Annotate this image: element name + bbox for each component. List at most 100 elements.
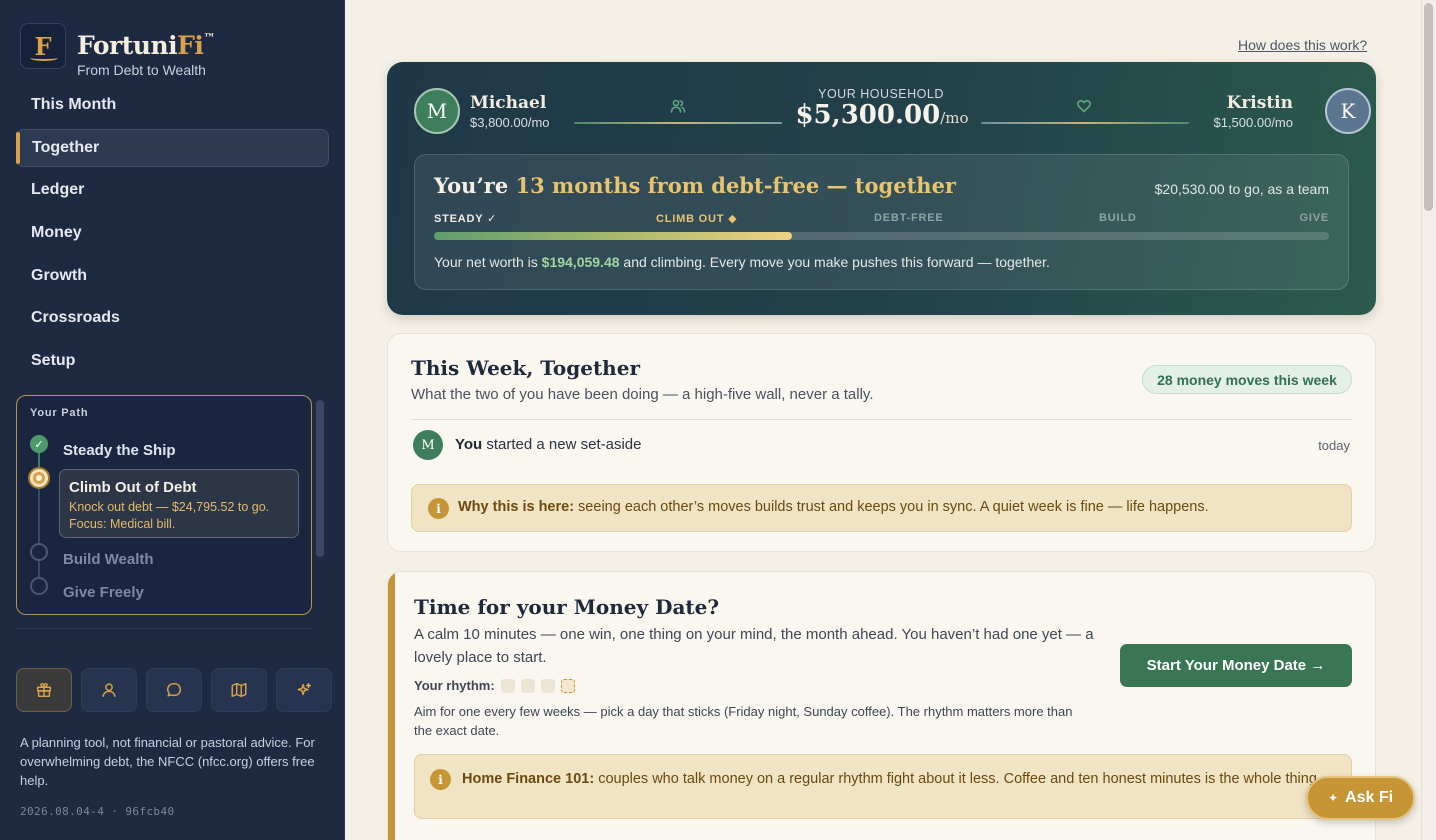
stage-debt-free: DEBT-FREE bbox=[874, 212, 944, 224]
main-nav: This Month Together Ledger Money Growth … bbox=[16, 86, 329, 385]
path-step-give[interactable]: Give Freely bbox=[63, 584, 144, 601]
sidebar: F FortuniFi™ From Debt to Wealth This Mo… bbox=[0, 0, 345, 840]
sidebar-divider bbox=[16, 628, 312, 629]
money-date-subtitle: A calm 10 minutes — one win, one thing o… bbox=[414, 626, 1094, 666]
map-button[interactable] bbox=[211, 668, 267, 712]
this-week-card: This Week, Together What the two of you … bbox=[387, 333, 1376, 552]
current-step-title: Climb Out of Debt bbox=[69, 479, 197, 496]
sparkle-icon bbox=[297, 682, 312, 696]
how-does-this-work-link[interactable]: How does this work? bbox=[1238, 37, 1367, 53]
rhythm-slot-next bbox=[560, 678, 575, 693]
note-body: couples who talk money on a regular rhyt… bbox=[594, 771, 1321, 787]
sidebar-scrollbar[interactable] bbox=[316, 400, 324, 557]
sparkle-button[interactable] bbox=[276, 668, 332, 712]
money-date-accent-bar bbox=[388, 572, 395, 840]
note-text: Why this is here: seeing each other’s mo… bbox=[458, 499, 1209, 515]
rhythm-label: Your rhythm: bbox=[414, 678, 495, 693]
sidebar-toolbar bbox=[16, 668, 332, 712]
logo-swoosh bbox=[30, 55, 58, 61]
path-step-steady[interactable]: Steady the Ship bbox=[63, 442, 176, 459]
gift-icon bbox=[36, 682, 52, 698]
nav-item-this-month[interactable]: This Month bbox=[16, 86, 329, 124]
ask-fi-button[interactable]: ✦ Ask Fi bbox=[1306, 776, 1415, 820]
path-step-current[interactable]: Climb Out of Debt Knock out debt — $24,7… bbox=[59, 469, 299, 538]
heart-icon bbox=[1076, 98, 1092, 114]
headline-highlight: 13 months from debt-free — together bbox=[515, 173, 957, 198]
disclaimer: A planning tool, not financial or pastor… bbox=[20, 735, 315, 788]
nav-item-setup[interactable]: Setup bbox=[16, 342, 329, 380]
household-amount: $5,300.00/mo bbox=[767, 100, 997, 130]
rhythm-help: Aim for one every few weeks — pick a day… bbox=[414, 704, 1073, 738]
debt-free-headline: You’re 13 months from debt-free — togeth… bbox=[434, 173, 956, 198]
map-icon bbox=[231, 682, 247, 698]
week-divider bbox=[411, 419, 1352, 420]
rhythm-slot bbox=[500, 678, 515, 693]
step-current-dot-icon bbox=[30, 469, 48, 487]
brand-name-a: Fortuni bbox=[77, 31, 178, 60]
nav-item-crossroads[interactable]: Crossroads bbox=[16, 299, 329, 337]
nav-item-growth[interactable]: Growth bbox=[16, 257, 329, 295]
path-title: Your Path bbox=[30, 407, 89, 419]
household-amount-per: /mo bbox=[940, 109, 969, 127]
note-body: seeing each other’s moves builds trust a… bbox=[574, 499, 1209, 515]
stage-climb-out: CLIMB OUT ◆ bbox=[656, 213, 738, 225]
amount-to-go: $20,530.00 to go, as a team bbox=[1154, 181, 1329, 197]
brand-tagline: From Debt to Wealth bbox=[77, 62, 206, 78]
rhythm-tracker: Your rhythm: bbox=[414, 678, 575, 693]
current-step-desc-line2: Focus: Medical bill. bbox=[69, 517, 176, 531]
rhythm-slot bbox=[540, 678, 555, 693]
info-icon: i bbox=[430, 769, 451, 790]
step-todo-dot-icon bbox=[30, 543, 48, 561]
step-done-check-icon: ✓ bbox=[30, 435, 48, 453]
networth-value: $194,059.48 bbox=[541, 254, 620, 270]
net-worth-line: Your net worth is $194,059.48 and climbi… bbox=[434, 254, 1050, 270]
household-amount-value: $5,300.00 bbox=[795, 100, 941, 130]
why-this-is-here-note: i Why this is here: seeing each other’s … bbox=[411, 484, 1352, 532]
networth-suffix: and climbing. Every move you make pushes… bbox=[619, 254, 1050, 270]
stage-give: GIVE bbox=[1299, 212, 1329, 224]
money-date-title: Time for your Money Date? bbox=[414, 595, 720, 619]
path-step-build[interactable]: Build Wealth bbox=[63, 551, 154, 568]
brand[interactable]: F FortuniFi™ From Debt to Wealth bbox=[20, 23, 215, 78]
week-title: This Week, Together bbox=[411, 356, 640, 380]
household-hero: M Michael $3,800.00/mo YOUR HOUSEHOLD $5… bbox=[387, 62, 1376, 315]
activity-text: You started a new set-aside bbox=[455, 436, 641, 453]
rhythm-slot bbox=[520, 678, 535, 693]
brand-name: FortuniFi™ bbox=[77, 24, 215, 60]
avatar-michael: M bbox=[414, 88, 460, 134]
home-finance-101-note: i Home Finance 101: couples who talk mon… bbox=[414, 754, 1352, 819]
activity-avatar: M bbox=[413, 430, 443, 460]
chat-icon bbox=[166, 682, 182, 697]
brand-logo: F bbox=[20, 23, 66, 69]
nav-item-together[interactable]: Together bbox=[16, 128, 329, 167]
progress-fill bbox=[434, 232, 792, 240]
debt-free-progress-panel: You’re 13 months from debt-free — togeth… bbox=[414, 154, 1349, 290]
partner2-name: Kristin bbox=[1226, 93, 1293, 113]
partner1-income: $3,800.00/mo bbox=[470, 115, 550, 130]
activity-time: today bbox=[1318, 438, 1350, 453]
gift-button[interactable] bbox=[16, 668, 72, 712]
headline-prefix: You’re bbox=[434, 173, 516, 198]
current-step-desc: Knock out debt — $24,795.52 to go. Focus… bbox=[69, 499, 289, 533]
sparkle-icon: ✦ bbox=[1327, 791, 1339, 805]
profile-button[interactable] bbox=[81, 668, 137, 712]
note-text: Home Finance 101: couples who talk money… bbox=[462, 769, 1322, 790]
stage-build: BUILD bbox=[1099, 212, 1137, 224]
note-bold: Home Finance 101: bbox=[462, 771, 595, 787]
chat-button[interactable] bbox=[146, 668, 202, 712]
main-scrollbar-thumb[interactable] bbox=[1424, 3, 1433, 211]
nav-item-ledger[interactable]: Ledger bbox=[16, 171, 329, 209]
brand-tm: ™ bbox=[203, 31, 215, 45]
start-money-date-button[interactable]: Start Your Money Date → bbox=[1120, 644, 1352, 687]
people-icon bbox=[670, 98, 686, 114]
nav-item-money[interactable]: Money bbox=[16, 214, 329, 252]
money-moves-badge: 28 money moves this week bbox=[1142, 365, 1352, 394]
connector-line-left bbox=[574, 122, 782, 124]
brand-name-b: Fi bbox=[177, 31, 204, 60]
money-date-card: Time for your Money Date? A calm 10 minu… bbox=[387, 571, 1376, 840]
activity-who: You bbox=[455, 436, 483, 453]
household-label: YOUR HOUSEHOLD bbox=[818, 87, 944, 101]
person-icon bbox=[102, 683, 116, 698]
current-step-desc-line1: Knock out debt — $24,795.52 to go. bbox=[69, 500, 270, 514]
networth-prefix: Your net worth is bbox=[434, 254, 542, 270]
